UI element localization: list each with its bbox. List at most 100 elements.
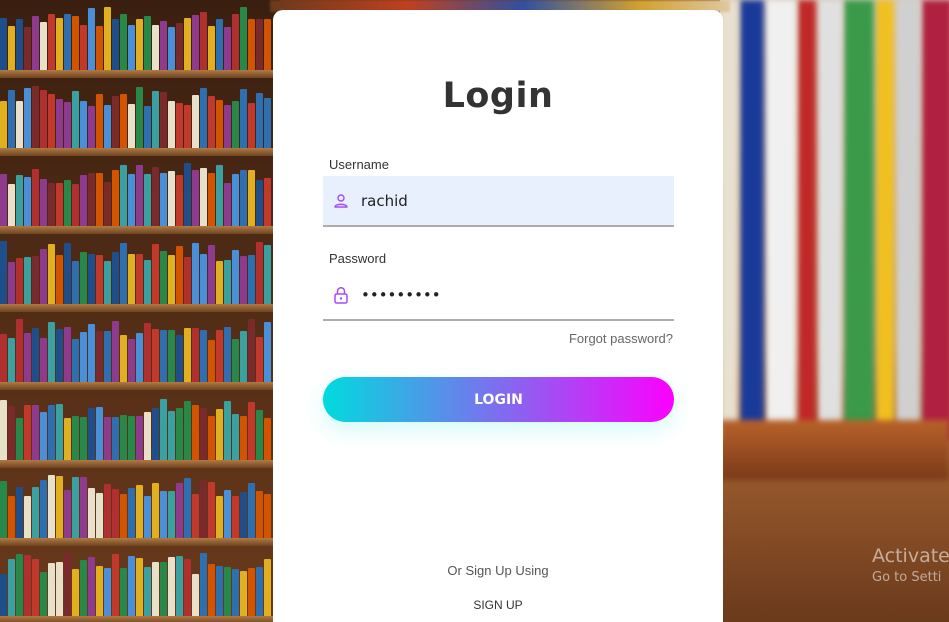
book-spine — [216, 566, 223, 618]
book-spine — [8, 184, 15, 228]
book-spine — [80, 560, 87, 618]
book-spine — [56, 562, 63, 618]
book-spine — [224, 567, 231, 618]
book-spine — [200, 408, 207, 462]
book-spine — [24, 177, 31, 228]
book-spine — [240, 492, 247, 540]
book-spine — [112, 96, 119, 150]
book-spine — [72, 91, 79, 150]
book-spine — [136, 416, 143, 462]
book-spine — [96, 26, 103, 72]
book-spine — [32, 328, 39, 384]
book-spine — [240, 170, 247, 228]
book-spine — [152, 483, 159, 540]
book-spine — [0, 400, 7, 462]
book-shelf-row — [0, 156, 280, 234]
book-spine — [264, 494, 271, 540]
book-spine — [56, 404, 63, 462]
forgot-password-link[interactable]: Forgot password? — [569, 331, 673, 346]
book-spine — [128, 25, 135, 72]
book-spine — [120, 14, 127, 72]
shelf-ledge — [720, 420, 949, 480]
bookshelf-right — [720, 0, 949, 622]
book-spine — [40, 338, 47, 384]
book-spine — [264, 418, 271, 462]
password-label: Password — [329, 251, 387, 266]
book-shelf-row — [0, 546, 280, 622]
password-input[interactable] — [361, 279, 661, 310]
book-spine — [144, 106, 151, 150]
book-spine — [144, 16, 151, 72]
book-spine — [96, 493, 103, 540]
book-spine — [264, 98, 271, 150]
book-spine — [88, 488, 95, 540]
book-spine — [176, 175, 183, 228]
book-spine — [80, 332, 87, 384]
book-spine — [152, 408, 159, 462]
book-spine — [168, 491, 175, 540]
signup-link[interactable]: SIGN UP — [273, 598, 723, 612]
book-spine — [224, 401, 231, 462]
book-spine — [240, 571, 247, 618]
book-spine — [48, 183, 55, 228]
book-spine — [120, 243, 127, 306]
book-spine — [56, 476, 63, 540]
book-spine — [88, 408, 95, 462]
book-spine — [16, 175, 23, 228]
page-title: Login — [442, 76, 554, 116]
book-spine — [192, 95, 199, 150]
book-spine — [40, 249, 47, 306]
book-spine — [184, 559, 191, 618]
book-spine — [104, 261, 111, 306]
password-field[interactable] — [323, 270, 674, 321]
watermark-line-1: Activate — [872, 545, 949, 567]
book-spine — [0, 574, 7, 618]
book-spine — [216, 496, 223, 540]
book-spine — [216, 19, 223, 72]
book-spine — [32, 559, 39, 618]
book-spine — [72, 261, 79, 306]
book-spine — [168, 255, 175, 306]
book-spine — [922, 0, 949, 440]
book-spine — [8, 496, 15, 540]
book-spine — [112, 417, 119, 462]
book-spine — [8, 262, 15, 306]
book-spine — [192, 405, 199, 462]
book-spine — [24, 405, 31, 462]
activation-watermark: Activate Go to Setti — [872, 545, 949, 585]
username-input[interactable] — [361, 185, 661, 216]
book-spine — [16, 258, 23, 306]
book-spine — [24, 27, 31, 72]
book-spine — [128, 339, 135, 384]
book-spine — [176, 556, 183, 618]
login-button[interactable]: LOGIN — [323, 377, 674, 422]
book-spine — [72, 477, 79, 540]
book-spine — [16, 19, 23, 72]
username-field[interactable] — [323, 176, 674, 227]
book-spine — [144, 174, 151, 228]
book-spine — [64, 327, 71, 384]
book-spine — [104, 417, 111, 462]
book-spine — [208, 340, 215, 384]
book-spine — [200, 553, 207, 618]
book-spine — [16, 554, 23, 618]
book-spine — [256, 337, 263, 384]
book-spine — [56, 99, 63, 150]
book-spine — [168, 411, 175, 462]
book-spine — [104, 7, 111, 72]
book-spine — [32, 256, 39, 306]
book-spine — [0, 334, 7, 384]
book-shelf-row — [0, 312, 280, 390]
book-spine — [136, 87, 143, 150]
book-spine — [160, 173, 167, 228]
book-spine — [88, 324, 95, 384]
book-spine — [844, 0, 874, 440]
book-spine — [200, 254, 207, 306]
book-spine — [80, 101, 87, 150]
book-spine — [208, 416, 215, 462]
book-spine — [152, 167, 159, 228]
book-spine — [798, 0, 816, 440]
book-spine — [120, 415, 127, 462]
book-spine — [216, 261, 223, 306]
book-spine — [48, 563, 55, 618]
